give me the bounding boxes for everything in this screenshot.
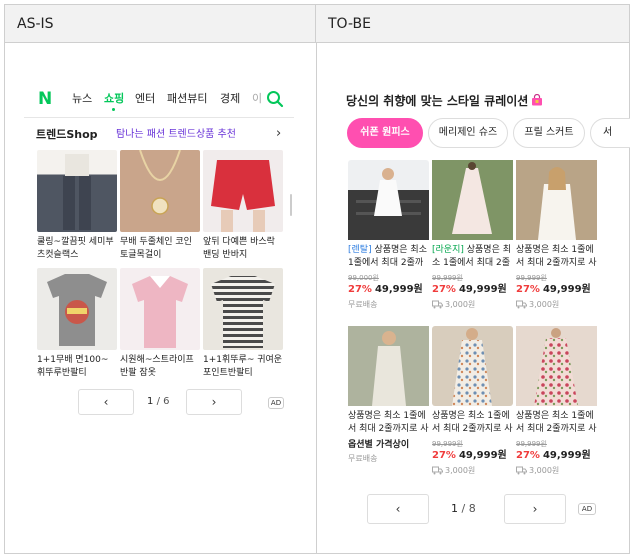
trend-shop-title: 트렌드Shop [36,128,98,141]
page-indicator: 1 / 6 [147,396,170,407]
product-image[interactable] [120,149,200,232]
nav-divider [24,117,294,118]
original-price: 99,000원 [348,274,379,282]
next-page-button[interactable]: › [186,389,242,415]
curation-title: 당신의 취향에 맞는 스타일 큐레이션 [346,93,543,109]
product-title[interactable]: 상품명은 최소 1줄에서 최대 2줄까지로 사용 [516,410,597,436]
product-title[interactable]: 1+1무배 면100~ 휘뚜루반팔티 [37,354,117,380]
sale-price: 27% 49,999원 [432,450,507,461]
tobe-product-card[interactable]: [렌탈] 상품명은 최소 1줄에서 최대 2줄까지로 사용 99,000원 27… [348,160,429,311]
original-price: 99,999원 [432,440,463,448]
product-image[interactable] [203,268,283,350]
tobe-product-card[interactable]: 상품명은 최소 1줄에서 최대 2줄까지로 사용 99,999원 27%49,9… [432,326,513,477]
product-image[interactable] [516,326,597,406]
naver-logo[interactable]: N [38,90,52,108]
asis-product-card[interactable]: 1+1무배 면100~ 휘뚜루반팔티 [37,268,117,380]
product-image[interactable] [348,326,429,406]
ad-badge[interactable]: AD [268,397,284,409]
asis-product-card[interactable]: 쿨링~깔끔핏 세미부츠컷슬랙스 [37,150,117,262]
column-divider [316,43,317,553]
shipping-info: 3,000원 [432,299,513,311]
tobe-pager: ‹ 1 / 8 › AD [367,494,602,524]
original-price: 99,999원 [516,274,547,282]
asis-product-card[interactable]: 무배 두줄체인 코인 토글목걸이 [120,149,200,262]
shipping-info: 무료배송 [348,454,378,463]
asis-product-card[interactable]: 1+1휘뚜루~ 귀여운 포인트반팔티 [203,268,283,380]
product-image[interactable] [37,268,117,350]
search-icon[interactable] [266,90,284,108]
shipping-info: 3,000원 [432,465,513,477]
shopping-bag-icon [532,94,543,106]
page-indicator: 1 / 8 [451,502,476,515]
active-tab-dot [112,108,115,111]
chip-chiffon-dress[interactable]: 쉬폰 원피스 [347,118,423,148]
product-title[interactable]: 쿨링~깔끔핏 세미부츠컷슬랙스 [37,236,117,262]
product-title[interactable]: 상품명은 최소 1줄에서 최대 2줄까지로 사용 [432,410,513,436]
tobe-product-card[interactable]: 상품명은 최소 1줄에서 최대 2줄까지로 사용 99,999원 27%49,9… [516,160,597,311]
product-title[interactable]: 무배 두줄체인 코인 토글목걸이 [120,236,200,262]
chip-maryjane-shoes[interactable]: 메리제인 슈즈 [428,118,508,148]
chip-frill-skirt[interactable]: 프릴 스커트 [513,118,585,148]
product-title[interactable]: 상품명은 최소 1줄에서 최대 2줄까지로 사용 [516,244,597,270]
product-image[interactable] [516,160,597,240]
nav-tab-more[interactable]: 이 [252,92,262,106]
sale-price: 27% 49,999원 [348,284,423,295]
product-title[interactable]: [라운지] 상품명은 최소 1줄에서 최대 2줄까지로 사용 [432,244,513,270]
nav-tab-news[interactable]: 뉴스 [72,92,92,106]
prev-page-button[interactable]: ‹ [78,389,134,415]
sale-price: 27% 49,999원 [516,450,591,461]
asis-product-card[interactable]: 시원해~스트라이프 반팔 잠옷 [120,268,200,380]
nav-tab-fashion-beauty[interactable]: 패션뷰티 [167,92,207,106]
prev-page-button[interactable]: ‹ [367,494,429,524]
product-title[interactable]: 시원해~스트라이프 반팔 잠옷 [120,354,200,380]
delivery-truck-icon [516,300,527,309]
product-image[interactable] [348,160,429,240]
ad-badge[interactable]: AD [578,503,596,515]
tobe-product-card[interactable]: [라운지] 상품명은 최소 1줄에서 최대 2줄까지로 사용 99,999원 2… [432,160,513,311]
product-title[interactable]: 1+1휘뚜루~ 귀여운 포인트반팔티 [203,354,283,380]
tobe-product-card[interactable]: 상품명은 최소 1줄에서 최대 2줄까지로 사용 옵션별 가격상이 무료배송 [348,326,429,465]
product-title[interactable]: 상품명은 최소 1줄에서 최대 2줄까지로 사용 [348,410,429,436]
product-title[interactable]: 앞뒤 다예쁜 바스락 밴딩 반바지 [203,236,283,262]
product-image[interactable] [432,160,513,240]
delivery-truck-icon [432,466,443,475]
product-image[interactable] [432,326,513,406]
nav-tab-economy[interactable]: 경제 [220,92,240,106]
asis-header: AS-IS [5,5,316,43]
shipping-info: 3,000원 [516,299,597,311]
original-price: 99,999원 [516,440,547,448]
original-price: 99,999원 [432,274,463,282]
nav-tab-entertainment[interactable]: 엔터 [135,92,155,106]
shipping-info: 3,000원 [516,465,597,477]
sale-price: 27% 49,999원 [516,284,591,295]
delivery-truck-icon [516,466,527,475]
sale-price: 27% 49,999원 [432,284,507,295]
chip-more[interactable]: 서 [590,118,630,148]
product-image[interactable] [203,150,283,232]
top-nav: N 뉴스 쇼핑 엔터 패션뷰티 경제 이 [24,84,294,114]
asis-product-card[interactable]: 앞뒤 다예쁜 바스락 밴딩 반바지 [203,150,283,262]
nav-tab-shopping[interactable]: 쇼핑 [104,92,124,106]
trend-shop-subtitle: 탐나는 패션 트렌드상품 추천 [116,129,236,140]
tobe-product-card[interactable]: 상품명은 최소 1줄에서 최대 2줄까지로 사용 99,999원 27%49,9… [516,326,597,477]
delivery-truck-icon [432,300,443,309]
shipping-info: 무료배송 [348,300,378,309]
chevron-right-icon[interactable]: › [276,126,281,142]
asis-pager: ‹ 1 / 6 › AD [78,389,288,415]
tobe-header: TO-BE [316,5,629,43]
option-price-note: 옵션별 가격상이 [348,440,410,450]
product-image[interactable] [120,268,200,350]
scrollbar[interactable] [290,194,292,216]
next-page-button[interactable]: › [504,494,566,524]
product-image[interactable] [37,150,117,232]
product-title[interactable]: [렌탈] 상품명은 최소 1줄에서 최대 2줄까지로 사용 [348,244,429,270]
